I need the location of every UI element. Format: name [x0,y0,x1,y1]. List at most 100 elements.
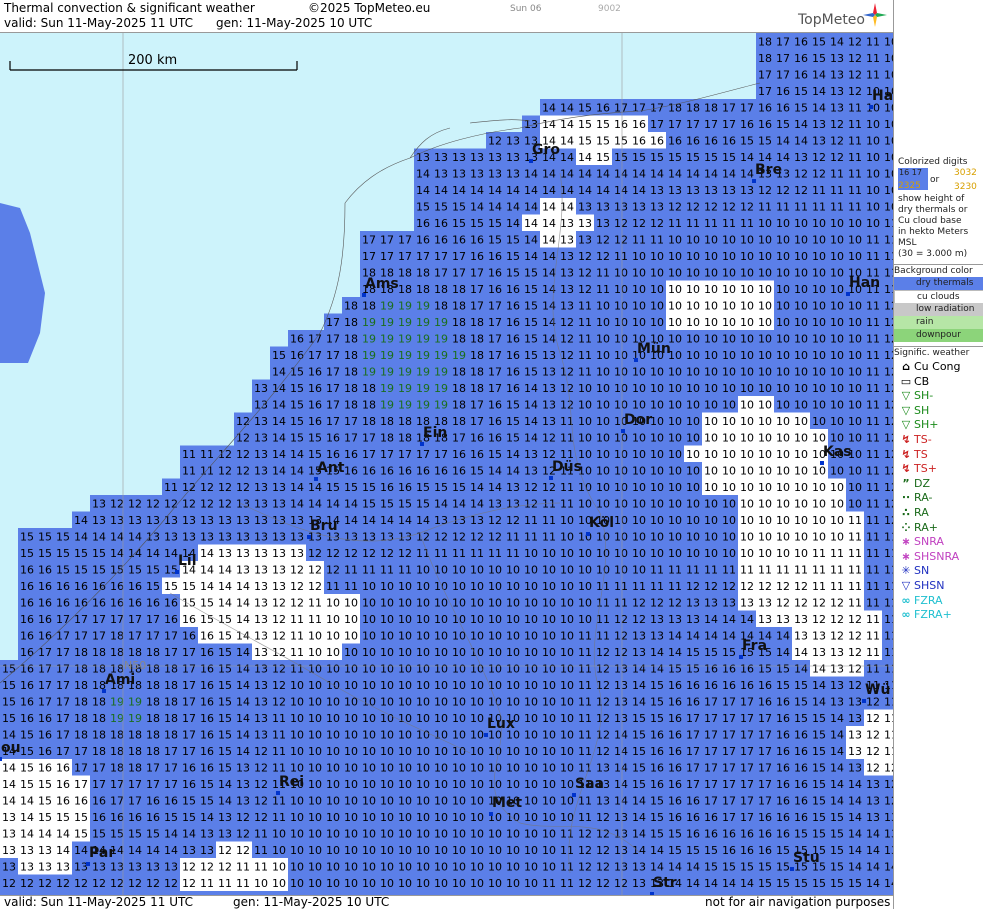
grid-digit: 11 [848,184,862,197]
grid-digit: 10 [632,398,646,411]
grid-digit: 10 [704,250,718,263]
city-label[interactable]: Saa [575,776,604,792]
grid-digit: 15 [776,679,790,692]
grid-digit: 17 [434,266,448,279]
weather-symbol-icon: ▭ [900,374,912,388]
grid-digit: 13 [848,728,862,741]
grid-digit: 14 [848,860,862,873]
city-label[interactable]: Ami [105,672,135,688]
grid-digit: 14 [290,497,304,510]
grid-digit: 12 [830,629,844,642]
grid-digit: 10 [884,35,893,48]
grid-digit: 16 [110,580,124,593]
city-label[interactable]: Wü [865,682,890,698]
grid-digit: 10 [758,332,772,345]
grid-digit: 13 [290,530,304,543]
city-label[interactable]: ou [1,740,21,756]
grid-digit: 13 [560,233,574,246]
city-label[interactable]: Ams [365,276,399,292]
city-marker [489,812,493,816]
city-label[interactable]: Mün [637,341,671,357]
grid-digit: 19 [452,349,466,362]
city-label[interactable]: Gro [532,142,560,158]
grid-digit: 10 [848,349,862,362]
grid-digit: 10 [686,365,700,378]
grid-digit: 11 [884,563,893,576]
grid-digit: 14 [830,712,844,725]
grid-digit: 18 [416,283,430,296]
grid-digit: 10 [650,316,664,329]
city-label[interactable]: Ant [317,460,345,476]
city-label[interactable]: Stu [793,850,820,866]
city-label[interactable]: Lil [178,553,197,569]
city-label[interactable]: Köl [589,515,614,531]
grid-digit: 14 [542,118,556,131]
city-label[interactable]: Fra [742,638,767,654]
grid-digit: 14 [524,217,538,230]
grid-digit: 13 [254,563,268,576]
grid-digit: 10 [452,811,466,824]
grid-digit: 12 [110,497,124,510]
grid-digit: 12 [272,695,286,708]
grid-digit: 15 [38,530,52,543]
grid-digit: 14 [146,844,160,857]
city-label[interactable]: Bre [755,162,782,178]
grid-digit: 15 [74,547,88,560]
grid-digit: 12 [884,514,893,527]
grid-digit: 12 [146,877,160,890]
grid-digit: 19 [434,349,448,362]
city-label[interactable]: Met [492,795,522,811]
city-label[interactable]: Düs [552,459,582,475]
grid-digit: 10 [614,316,628,329]
city-marker [869,105,873,109]
grid-digit: 17 [182,745,196,758]
grid-digit: 10 [344,778,358,791]
forecast-map[interactable]: 18 17 16 15 14 12 11 10 18 17 16 15 13 12 11 10 17 17 16 14… [0,33,893,895]
grid-digit: 10 [524,860,538,873]
grid-digit: 10 [884,118,893,131]
city-label[interactable]: Par [89,845,115,861]
grid-digit: 12 [596,745,610,758]
grid-digit: 11 [884,283,893,296]
grid-digit: 13 [542,349,556,362]
city-label[interactable]: Rei [279,774,304,790]
city-label[interactable]: Kas [823,444,852,460]
city-label[interactable]: Dor [624,412,652,428]
grid-digit: 12 [884,464,893,477]
grid-digit: 15 [290,365,304,378]
grid-digit: 10 [470,679,484,692]
grid-digit: 10 [488,646,502,659]
city-label[interactable]: Lux [487,716,515,732]
grid-digit: 14 [740,151,754,164]
grid-digit: 16 [668,134,682,147]
grid-digit: 15 [686,844,700,857]
grid-digit: 17 [488,316,502,329]
grid-digit: 13 [470,151,484,164]
grid-digit: 10 [794,415,808,428]
city-label[interactable]: Han [849,275,880,291]
grid-digit: 14 [20,827,34,840]
grid-digit: 10 [398,860,412,873]
grid-digit: 15 [686,662,700,675]
grid-digit: 12 [236,431,250,444]
grid-digit: 12 [560,316,574,329]
grid-digit: 10 [686,250,700,263]
grid-digit: 16 [416,217,430,230]
grid-digit: 17 [380,448,394,461]
city-label[interactable]: Str [653,875,677,891]
grid-digit: 14 [272,431,286,444]
grid-digit: 10 [344,794,358,807]
grid-digit: 10 [416,827,430,840]
grid-digit: 14 [794,646,808,659]
city-label[interactable]: Ein [423,425,447,441]
city-label[interactable]: Ha [872,88,893,104]
grid-digit: 18 [164,712,178,725]
grid-digit: 15 [218,761,232,774]
grid-digit: 10 [866,217,880,230]
grid-digit: 10 [524,695,538,708]
grid-digit: 10 [560,712,574,725]
city-label[interactable]: Bru [310,518,338,534]
scale-bar-label: 200 km [128,53,178,68]
grid-digit: 17 [740,712,754,725]
grid-digit: 10 [362,596,376,609]
